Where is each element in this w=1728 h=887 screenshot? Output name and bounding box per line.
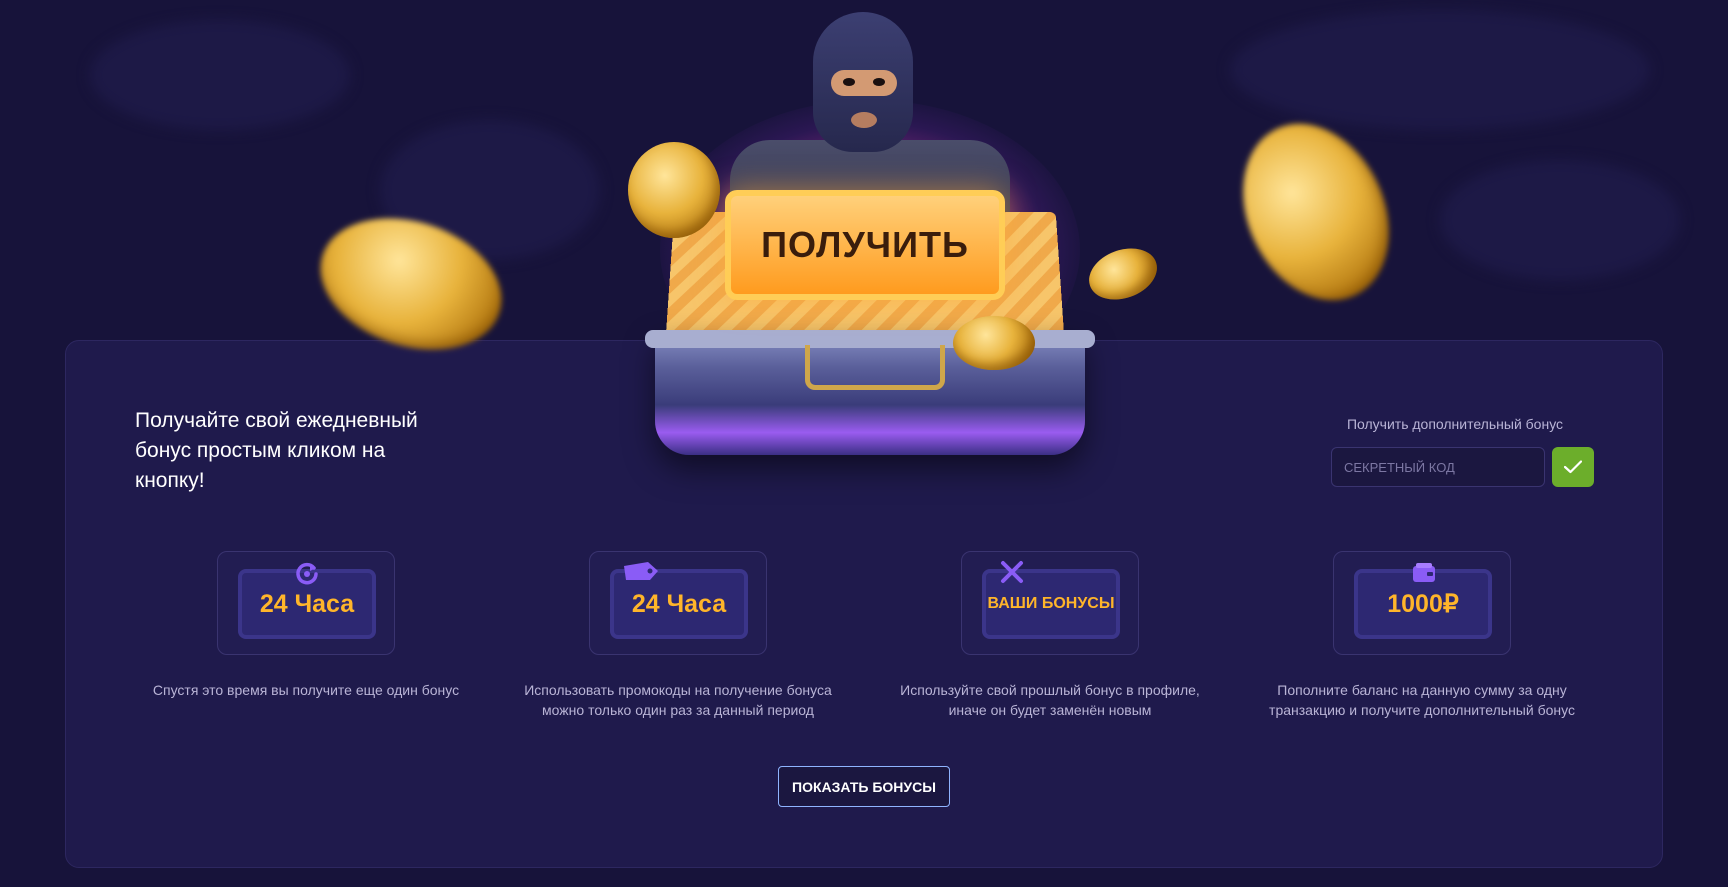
refresh-icon — [296, 562, 318, 585]
coin-icon — [1215, 99, 1417, 325]
claim-bonus-button[interactable]: ПОЛУЧИТЬ — [725, 190, 1005, 300]
card-description: Использовать промокоды на получение бону… — [524, 682, 832, 718]
background-shape — [1230, 10, 1650, 130]
show-bonuses-button[interactable]: ПОКАЗАТЬ БОНУСЫ — [778, 766, 950, 807]
cross-icon — [1001, 561, 1023, 583]
card-description: Пополните баланс на данную сумму за одну… — [1269, 682, 1575, 718]
eye-left — [843, 78, 855, 86]
ticket-text: 24 Часа — [259, 589, 355, 618]
character-head — [813, 12, 913, 152]
eye-right — [873, 78, 885, 86]
coin-icon — [628, 142, 720, 238]
bonus-card-deposit: 1000₽ — [1333, 551, 1511, 655]
promo-submit-button[interactable] — [1552, 447, 1594, 487]
coin-icon — [953, 316, 1035, 370]
check-icon — [1564, 460, 1582, 474]
character-mouth — [851, 112, 877, 128]
bonus-card-timer: 24 Часа — [217, 551, 395, 655]
card-description: Спустя это время вы получите еще один бо… — [152, 682, 460, 698]
intro-text: Получайте свой ежедневный бонус простым … — [135, 409, 418, 492]
secret-code-input[interactable] — [1331, 447, 1545, 487]
wallet-icon — [1413, 563, 1435, 582]
ticket-text: 1000₽ — [1387, 590, 1459, 618]
character-eyes — [831, 70, 897, 96]
bonus-card-promocode: 24 Часа — [589, 551, 767, 655]
tag-icon — [624, 562, 658, 580]
card-description: Используйте свой прошлый бонус в профиле… — [900, 682, 1200, 718]
ticket-text: ВАШИ БОНУСЫ — [987, 595, 1115, 612]
ticket-text: 24 Часа — [631, 589, 727, 618]
bonus-card-previous: ВАШИ БОНУСЫ — [961, 551, 1139, 655]
promo-label: Получить дополнительный бонус — [1346, 416, 1564, 432]
background-shape — [1440, 160, 1680, 280]
chest-latch — [805, 345, 945, 390]
background-shape — [90, 20, 350, 130]
